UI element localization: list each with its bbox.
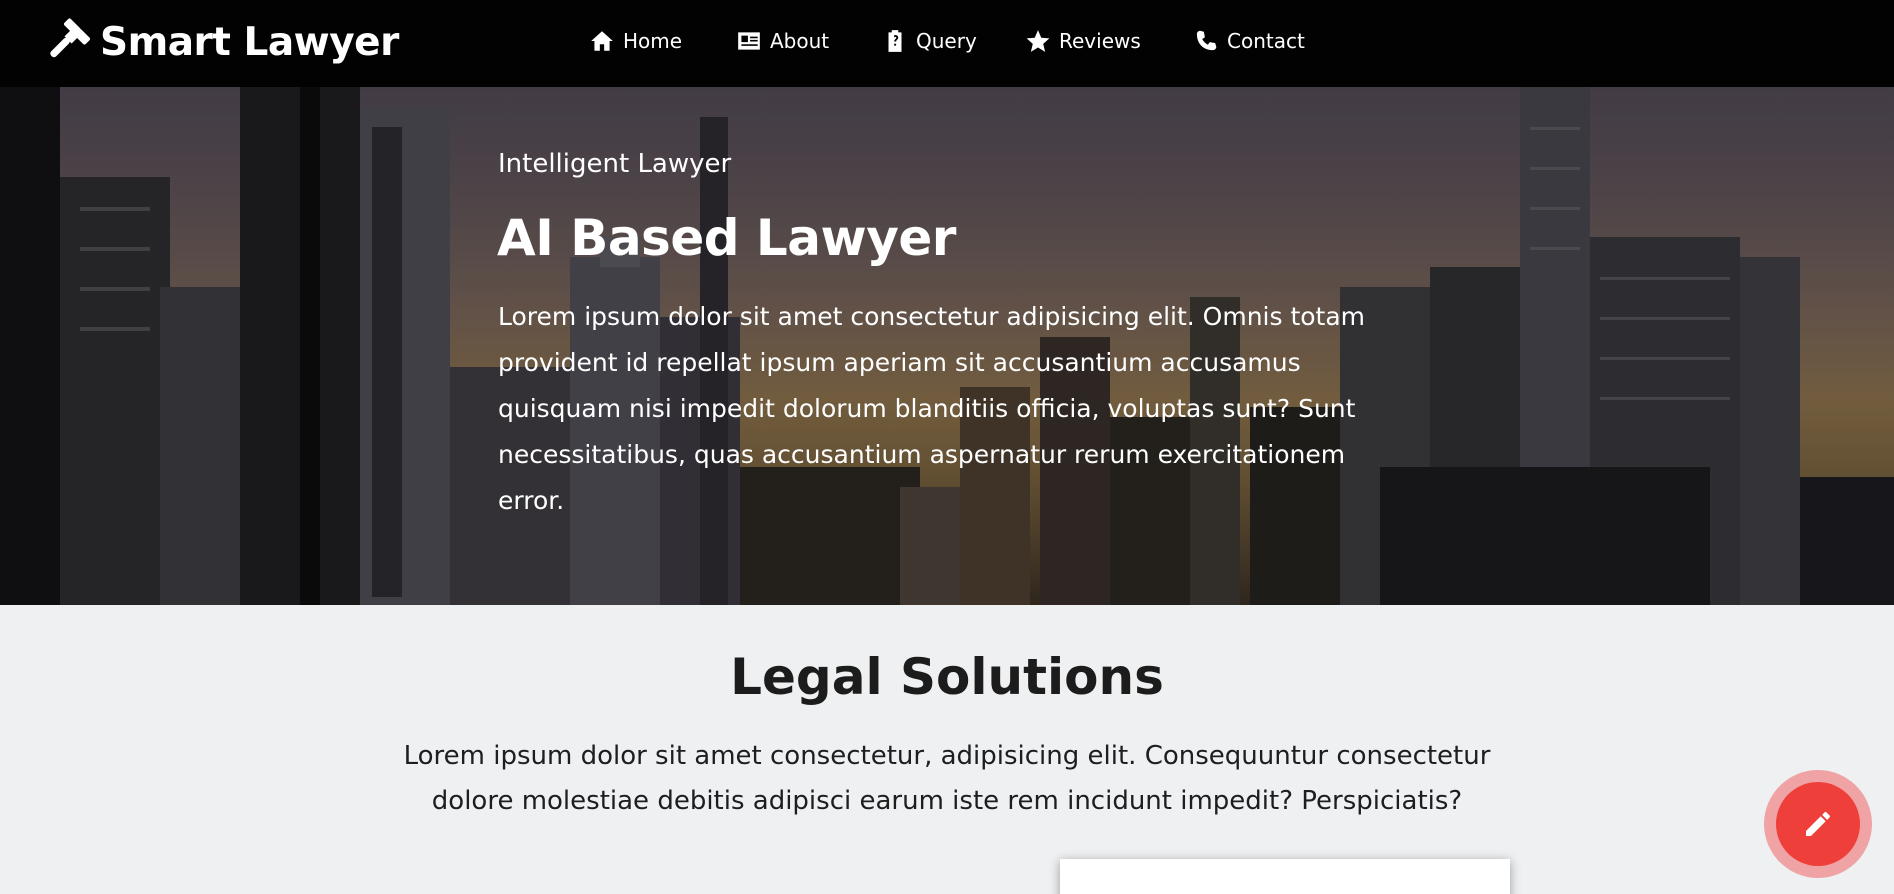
navbar: Smart Lawyer Home About Query Reviews Co…	[0, 0, 1894, 87]
nav-reviews[interactable]: Reviews	[1025, 24, 1141, 58]
star-icon	[1026, 30, 1050, 52]
id-card-icon	[738, 32, 760, 50]
nav-query[interactable]: Query	[882, 24, 977, 58]
brand-logo[interactable]: Smart Lawyer	[44, 14, 399, 70]
hero-section: Intelligent Lawyer AI Based Lawyer Lorem…	[0, 87, 1894, 605]
phone-icon	[1196, 30, 1217, 51]
solution-card	[1060, 859, 1510, 894]
nav-home-label: Home	[623, 29, 683, 53]
gavel-icon	[50, 18, 91, 58]
pencil-icon	[1806, 811, 1830, 836]
nav-about[interactable]: About	[736, 24, 829, 58]
section-description: Lorem ipsum dolor sit amet consectetur, …	[403, 741, 1491, 816]
nav-query-label: Query	[916, 29, 977, 53]
nav-contact-label: Contact	[1227, 29, 1305, 53]
section-title: Legal Solutions	[730, 648, 1164, 706]
brand-name: Smart Lawyer	[100, 19, 399, 65]
nav-about-label: About	[770, 29, 830, 53]
hero-subtitle: Intelligent Lawyer	[498, 149, 732, 179]
home-icon	[591, 31, 613, 51]
hero-title: AI Based Lawyer	[497, 209, 956, 267]
edit-fab-button[interactable]	[1776, 782, 1860, 866]
nav-home[interactable]: Home	[589, 24, 682, 58]
hero-description: Lorem ipsum dolor sit amet consectetur a…	[498, 302, 1366, 515]
nav-contact[interactable]: Contact	[1193, 24, 1305, 58]
clipboard-question-icon	[888, 30, 902, 52]
nav-reviews-label: Reviews	[1059, 29, 1141, 53]
